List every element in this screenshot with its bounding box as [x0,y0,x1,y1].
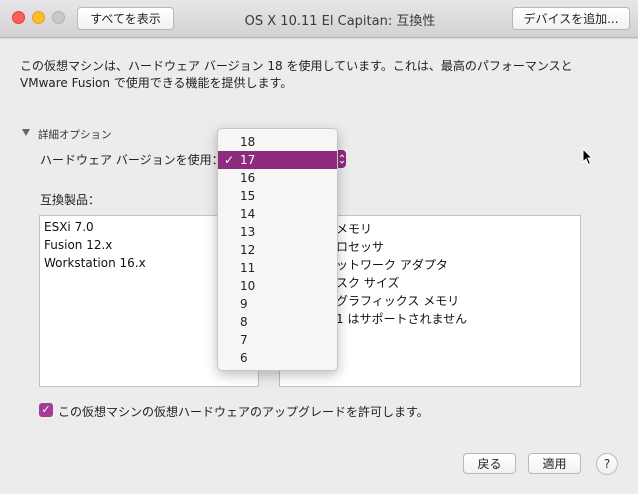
disclosure-triangle-icon[interactable] [22,129,30,136]
list-item: メモリ [336,222,373,236]
list-item: Workstation 16.x [44,256,146,270]
mouse-cursor-icon [582,148,594,166]
allow-upgrade-checkbox[interactable]: ✓ [39,403,53,417]
list-item: ESXi 7.0 [44,220,94,234]
menu-item-10[interactable]: 10 [218,277,337,295]
popup-arrows-icon [339,154,345,164]
allow-upgrade-label[interactable]: この仮想マシンの仮想ハードウェアのアップグレードを許可します。 [58,403,429,420]
help-button[interactable]: ? [596,453,618,475]
minimize-window-button[interactable] [32,11,45,24]
hw-version-menu: 18 ✓ 17 16 15 14 13 12 11 10 9 8 7 6 [217,128,338,371]
menu-item-16[interactable]: 16 [218,169,337,187]
compatible-products-label: 互換製品： [40,193,101,207]
menu-item-15[interactable]: 15 [218,187,337,205]
list-item: グラフィックス メモリ [336,294,460,308]
close-window-button[interactable] [12,11,25,24]
hw-version-label: ハードウェア バージョンを使用： [40,153,224,167]
apply-button[interactable]: 適用 [528,453,581,474]
window-title: OS X 10.11 El Capitan: 互換性 [244,14,436,29]
menu-item-11[interactable]: 11 [218,259,337,277]
menu-item-7[interactable]: 7 [218,331,337,349]
menu-item-9[interactable]: 9 [218,295,337,313]
checkmark-icon: ✓ [224,153,235,167]
list-item: ットワーク アダプタ [336,258,448,272]
list-item: ロセッサ [336,240,385,254]
compatibility-description: この仮想マシンは、ハードウェア バージョン 18 を使用しています。これは、最高… [20,59,573,90]
list-item: スク サイズ [336,276,400,290]
menu-item-13[interactable]: 13 [218,223,337,241]
hw-version-popup[interactable] [338,150,346,168]
menu-item-18[interactable]: 18 [218,133,337,151]
checkmark-icon: ✓ [41,403,51,416]
revert-button[interactable]: 戻る [463,453,516,474]
add-device-button[interactable]: デバイスを追加... [512,7,630,30]
menu-item-12[interactable]: 12 [218,241,337,259]
list-item: 1 はサポートされません [336,312,468,326]
list-item: Fusion 12.x [44,238,113,252]
title-separator [0,38,638,39]
menu-item-label: 17 [240,153,256,167]
show-all-button[interactable]: すべてを表示 [77,7,174,30]
advanced-options-label[interactable]: 詳細オプション [38,127,112,142]
zoom-window-button[interactable] [52,11,65,24]
menu-item-17[interactable]: ✓ 17 [218,151,337,169]
menu-item-8[interactable]: 8 [218,313,337,331]
title-bar: すべてを表示 OS X 10.11 El Capitan: 互換性 デバイスを追… [0,0,638,38]
menu-item-14[interactable]: 14 [218,205,337,223]
menu-item-6[interactable]: 6 [218,349,337,367]
